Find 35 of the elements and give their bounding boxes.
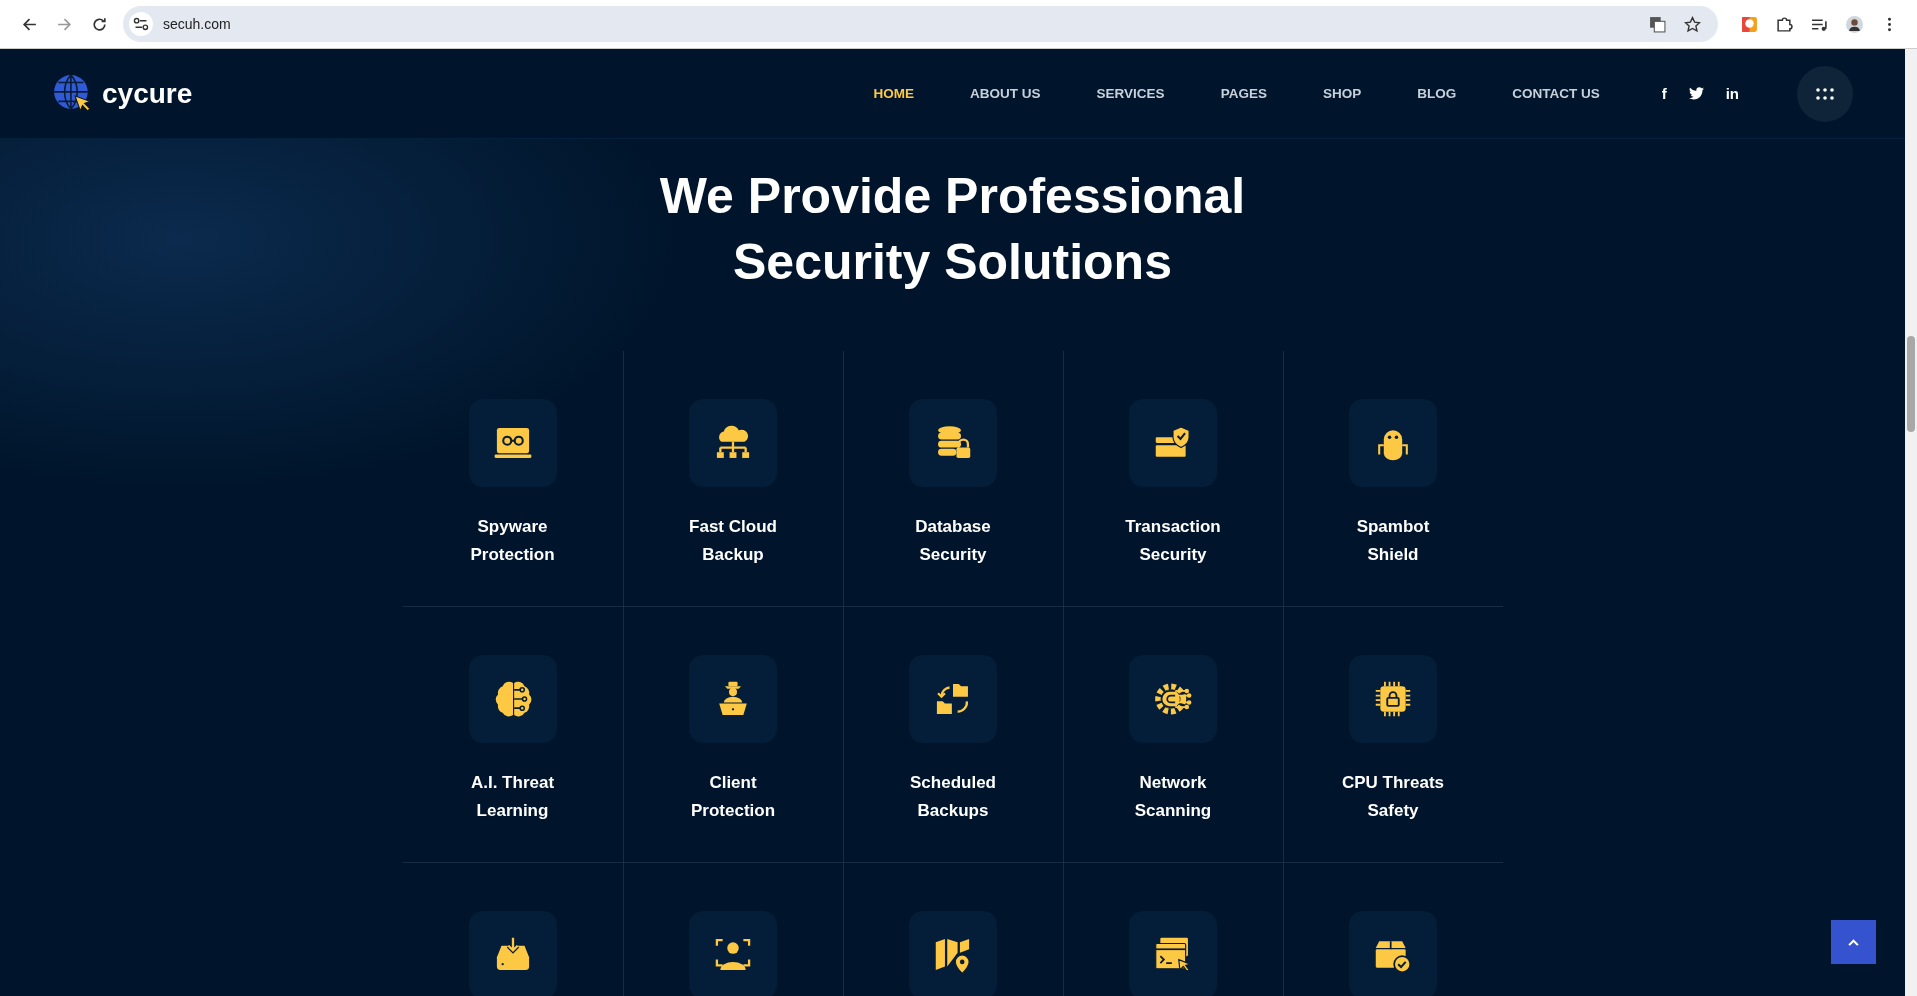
service-title[interactable]: Transaction Security (1114, 513, 1232, 569)
star-icon[interactable] (1684, 15, 1701, 33)
nav-link[interactable]: ABOUT US (970, 86, 1041, 101)
service-title[interactable]: Spambot Shield (1334, 513, 1452, 569)
service-title[interactable]: Spyware Protection (453, 513, 572, 569)
address-bar[interactable]: secuh.com (123, 6, 1718, 42)
nav-link[interactable]: PAGES (1220, 86, 1267, 101)
scrollbar-thumb[interactable] (1907, 336, 1915, 432)
section-heading: We Provide Professional Security Solutions (659, 167, 1246, 292)
url-text: secuh.com (163, 16, 231, 32)
translate-icon[interactable] (1649, 15, 1666, 33)
chevron-up-icon (1848, 938, 1859, 946)
nav-link[interactable]: BLOG (1417, 86, 1457, 101)
avatar-icon[interactable] (1846, 15, 1863, 33)
twitter-icon[interactable] (1688, 87, 1704, 100)
nav-link[interactable]: SERVICES (1096, 86, 1165, 101)
service-title[interactable]: Fast Cloud Backup (674, 513, 792, 569)
service-title[interactable]: Client Protection (674, 769, 792, 825)
social-link[interactable]: f (1661, 85, 1667, 102)
nav-link[interactable]: SHOP (1322, 86, 1362, 101)
site-settings-icon[interactable] (129, 12, 153, 36)
service-title[interactable]: CPU Threats Safety (1334, 769, 1452, 825)
nav-link[interactable]: HOME (873, 86, 915, 101)
extension-icon[interactable] (1741, 15, 1758, 33)
logo-text[interactable]: cycure (102, 77, 193, 110)
puzzle-icon[interactable] (1776, 15, 1793, 33)
service-title[interactable]: Database Security (894, 513, 1012, 569)
grid-dots-icon (1815, 87, 1835, 100)
service-title[interactable]: Network Scanning (1114, 769, 1232, 825)
service-title[interactable]: A.I. Threat Learning (453, 769, 572, 825)
nav-link[interactable]: CONTACT US (1512, 86, 1600, 101)
social-link[interactable]: in (1725, 85, 1739, 102)
service-title[interactable]: Scheduled Backups (894, 769, 1012, 825)
reload-icon[interactable] (91, 15, 108, 33)
scrollbar[interactable] (1905, 49, 1917, 996)
